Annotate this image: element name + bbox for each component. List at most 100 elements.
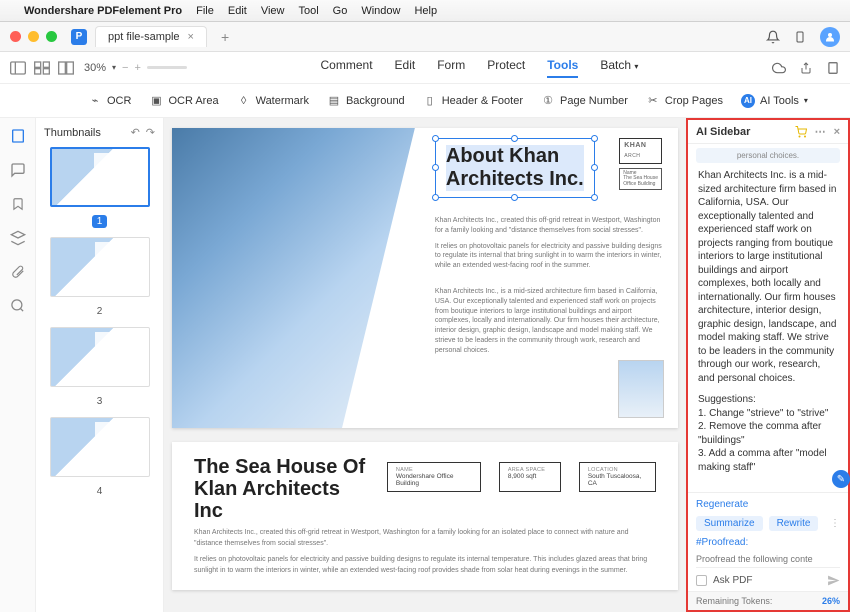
left-rail bbox=[0, 118, 36, 612]
ocr-area-icon: ▣ bbox=[149, 94, 163, 108]
tab-form[interactable]: Form bbox=[437, 58, 465, 78]
ai-tools-button[interactable]: AI AI Tools ▾ bbox=[741, 94, 808, 108]
user-avatar[interactable] bbox=[820, 27, 840, 47]
sidebar-toggle-icon[interactable] bbox=[10, 61, 26, 75]
print-icon[interactable] bbox=[826, 61, 840, 75]
rail-search-icon[interactable] bbox=[10, 298, 25, 313]
ai-suggestion-1: 1. Change "strieve" to "strive" bbox=[698, 407, 838, 421]
menu-help[interactable]: Help bbox=[414, 5, 437, 17]
app-icon: P bbox=[71, 29, 87, 45]
page2-paragraph-2: It relies on photovoltaic panels for ele… bbox=[194, 555, 656, 576]
ai-response-text: Khan Architects Inc. is a mid-sized arch… bbox=[698, 169, 838, 385]
thumbnail-2[interactable]: 2 bbox=[42, 237, 157, 319]
zoom-slider[interactable] bbox=[147, 66, 187, 69]
selected-text-box[interactable]: About KhanArchitects Inc. bbox=[435, 138, 595, 198]
menu-file[interactable]: File bbox=[196, 5, 214, 17]
tab-edit[interactable]: Edit bbox=[395, 58, 416, 78]
ai-float-badge[interactable]: ✎ bbox=[832, 470, 850, 488]
tab-batch[interactable]: Batch ▾ bbox=[600, 58, 638, 78]
window-maximize-button[interactable] bbox=[46, 31, 57, 42]
window-close-button[interactable] bbox=[10, 31, 21, 42]
header-footer-button[interactable]: ▯ Header & Footer bbox=[423, 94, 523, 108]
tab-close-icon[interactable]: × bbox=[188, 31, 194, 43]
thumbnails-title: Thumbnails bbox=[44, 127, 101, 139]
tab-tools[interactable]: Tools bbox=[547, 58, 578, 78]
thumbnail-1[interactable]: 1 bbox=[42, 147, 157, 229]
ocr-area-button[interactable]: ▣ OCR Area bbox=[149, 94, 218, 108]
traffic-lights bbox=[10, 31, 57, 42]
ai-sidebar: AI Sidebar ⋯ × personal choices. Khan Ar… bbox=[686, 118, 850, 612]
rail-layers-icon[interactable] bbox=[10, 230, 26, 246]
ocr-button[interactable]: ⌁ OCR bbox=[88, 94, 131, 108]
zoom-out-button[interactable]: − bbox=[122, 62, 128, 74]
pdf-page-1: About KhanArchitects Inc. KHANARCH NameT… bbox=[172, 128, 678, 428]
tab-protect[interactable]: Protect bbox=[487, 58, 525, 78]
rotate-left-icon[interactable]: ↶ bbox=[131, 126, 140, 139]
zoom-in-button[interactable]: + bbox=[134, 62, 140, 74]
chip-more-icon[interactable]: ⋮ bbox=[830, 518, 840, 529]
cloud-icon[interactable] bbox=[772, 61, 786, 75]
rail-bookmark-icon[interactable] bbox=[11, 196, 25, 212]
page-number-icon: ① bbox=[541, 94, 555, 108]
menu-view[interactable]: View bbox=[261, 5, 285, 17]
page2-title: The Sea House OfKlan Architects Inc bbox=[194, 456, 367, 522]
ask-pdf-label: Ask PDF bbox=[713, 575, 752, 586]
regenerate-button[interactable]: Regenerate bbox=[696, 499, 748, 510]
ai-prompt-input[interactable] bbox=[696, 551, 840, 568]
tokens-value: 26% bbox=[822, 596, 840, 606]
ai-suggestion-3: 3. Add a comma after "model making staff… bbox=[698, 447, 838, 474]
thumbnails-panel: Thumbnails ↶ ↷ 1 2 3 4 bbox=[36, 118, 164, 612]
page-number-button[interactable]: ① Page Number bbox=[541, 94, 628, 108]
mobile-icon[interactable] bbox=[794, 30, 806, 44]
menu-go[interactable]: Go bbox=[333, 5, 348, 17]
grid-view-icon[interactable] bbox=[34, 61, 50, 75]
more-icon[interactable]: ⋯ bbox=[815, 125, 826, 138]
cart-icon[interactable] bbox=[795, 126, 807, 138]
window-minimize-button[interactable] bbox=[28, 31, 39, 42]
rewrite-chip[interactable]: Rewrite bbox=[769, 516, 819, 531]
close-icon[interactable]: × bbox=[834, 126, 840, 138]
rotate-right-icon[interactable]: ↷ bbox=[146, 126, 155, 139]
rail-attachment-icon[interactable] bbox=[11, 264, 25, 280]
send-icon[interactable] bbox=[827, 574, 840, 587]
page-photo bbox=[172, 128, 415, 428]
tokens-label: Remaining Tokens: bbox=[696, 596, 772, 606]
ask-pdf-checkbox[interactable] bbox=[696, 575, 707, 586]
zoom-level[interactable]: 30% bbox=[84, 62, 106, 74]
summarize-chip[interactable]: Summarize bbox=[696, 516, 763, 531]
page-paragraph-2: It relies on photovoltaic panels for ele… bbox=[435, 242, 662, 271]
crop-pages-button[interactable]: ✂ Crop Pages bbox=[646, 94, 723, 108]
thumbnail-4[interactable]: 4 bbox=[42, 417, 157, 499]
tab-title: ppt file-sample bbox=[108, 31, 180, 43]
mac-menubar: Wondershare PDFelement Pro File Edit Vie… bbox=[0, 0, 850, 22]
crop-icon: ✂ bbox=[646, 94, 660, 108]
two-page-view-icon[interactable] bbox=[58, 61, 74, 75]
share-icon[interactable] bbox=[800, 61, 812, 75]
ocr-icon: ⌁ bbox=[88, 94, 102, 108]
thumbnail-3[interactable]: 3 bbox=[42, 327, 157, 409]
rail-thumbnails-icon[interactable] bbox=[10, 128, 26, 144]
info-name: NameWondershare Office Building bbox=[387, 462, 481, 492]
tab-comment[interactable]: Comment bbox=[321, 58, 373, 78]
menu-tool[interactable]: Tool bbox=[298, 5, 318, 17]
chevron-down-icon[interactable]: ▾ bbox=[112, 63, 116, 72]
new-tab-button[interactable]: + bbox=[215, 29, 235, 45]
ai-context-chip: personal choices. bbox=[696, 148, 840, 163]
bell-icon[interactable] bbox=[766, 30, 780, 44]
document-tabs: ppt file-sample × + bbox=[95, 26, 758, 47]
rail-comment-icon[interactable] bbox=[10, 162, 26, 178]
menu-edit[interactable]: Edit bbox=[228, 5, 247, 17]
page-paragraph-1: Khan Architects Inc., created this off-g… bbox=[435, 216, 662, 236]
ai-suggestion-2: 2. Remove the comma after "buildings" bbox=[698, 420, 838, 447]
document-tab[interactable]: ppt file-sample × bbox=[95, 26, 207, 47]
watermark-icon: ◊ bbox=[237, 94, 251, 108]
company-logo: KHANARCH bbox=[619, 138, 662, 164]
watermark-button[interactable]: ◊ Watermark bbox=[237, 94, 309, 108]
app-name[interactable]: Wondershare PDFelement Pro bbox=[24, 5, 182, 17]
page-side-thumbnail bbox=[618, 360, 664, 418]
main-tabs: Comment Edit Form Protect Tools Batch ▾ bbox=[321, 58, 639, 78]
document-canvas[interactable]: About KhanArchitects Inc. KHANARCH NameT… bbox=[164, 118, 686, 612]
background-button[interactable]: ▤ Background bbox=[327, 94, 405, 108]
menu-window[interactable]: Window bbox=[361, 5, 400, 17]
info-mini-box: NameThe Sea HouseOffice Building bbox=[619, 168, 662, 191]
